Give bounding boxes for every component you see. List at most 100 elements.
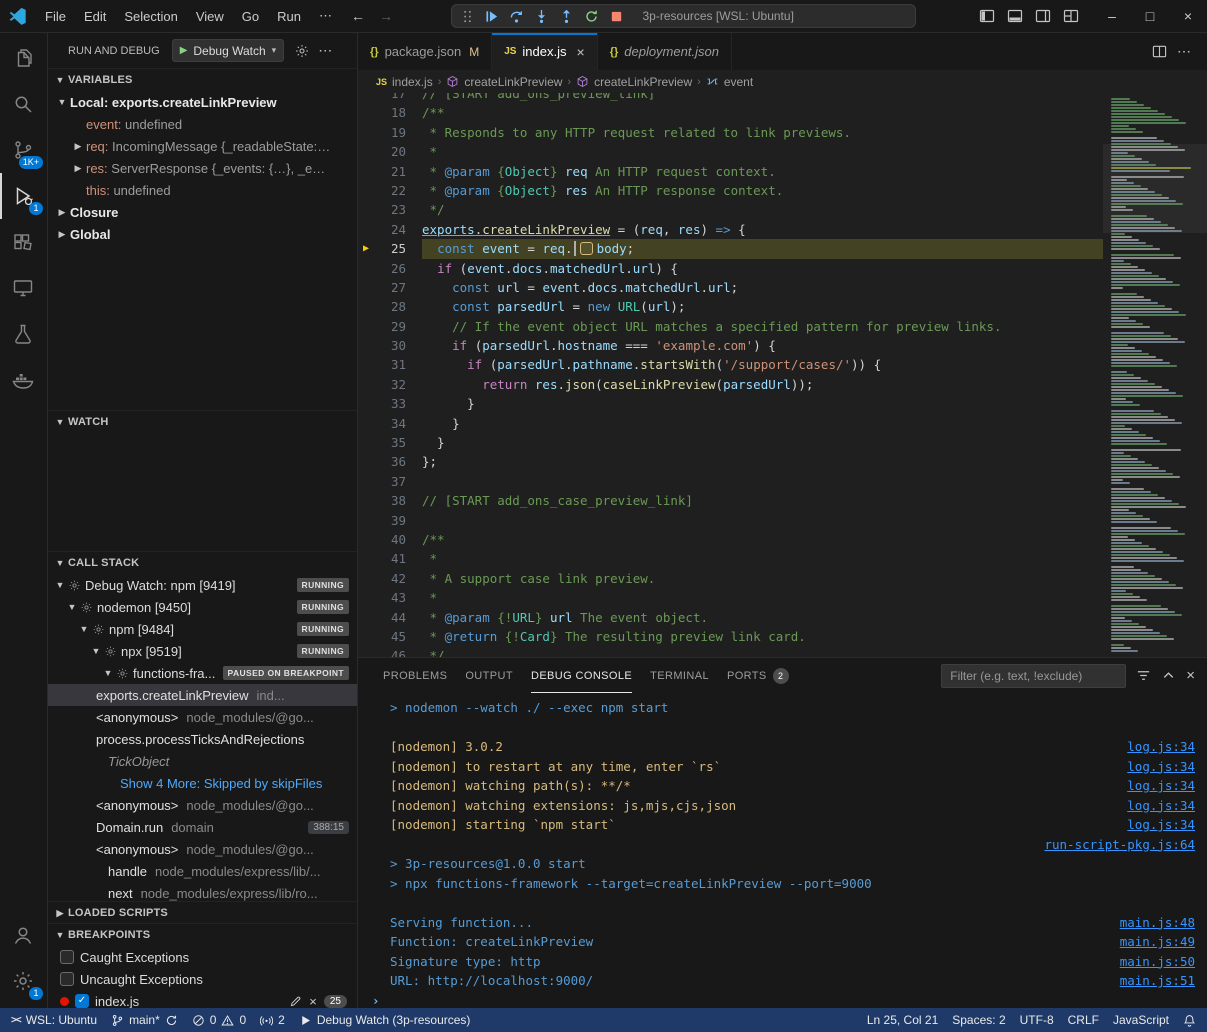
code-line[interactable]: }: [422, 433, 1103, 452]
code-line[interactable]: }: [422, 394, 1103, 413]
line-number[interactable]: 23: [358, 200, 422, 219]
stack-frame-row[interactable]: handlenode_modules/express/lib/...: [48, 860, 357, 882]
line-number[interactable]: 35: [358, 433, 422, 452]
show-more-link[interactable]: Show 4 More: Skipped by skipFiles: [48, 772, 357, 794]
source-link[interactable]: main.js:48: [1120, 913, 1197, 933]
line-number[interactable]: 24: [358, 220, 422, 239]
variable-row[interactable]: this: undefined: [48, 179, 357, 201]
status-debug-session[interactable]: Debug Watch (3p-resources): [292, 1008, 478, 1032]
continue-button[interactable]: [481, 6, 502, 26]
breakpoint-checkbox[interactable]: [60, 972, 74, 986]
line-number[interactable]: 41: [358, 549, 422, 568]
stop-button[interactable]: [606, 6, 627, 26]
line-number[interactable]: 32: [358, 375, 422, 394]
code-line[interactable]: const url = event.docs.matchedUrl.url;: [422, 278, 1103, 297]
code-line[interactable]: * @param {Object} res An HTTP response c…: [422, 181, 1103, 200]
line-number[interactable]: 38: [358, 491, 422, 510]
code-line[interactable]: /**: [422, 530, 1103, 549]
code-line[interactable]: /**: [422, 103, 1103, 122]
minimap[interactable]: [1103, 93, 1207, 657]
code-line[interactable]: return res.json(caseLinkPreview(parsedUr…: [422, 375, 1103, 394]
code-line[interactable]: * @param {!URL} url The event object.: [422, 608, 1103, 627]
line-number[interactable]: 40: [358, 530, 422, 549]
code-line[interactable]: if (parsedUrl.pathname.startsWith('/supp…: [422, 355, 1103, 374]
source-link[interactable]: main.js:49: [1120, 932, 1197, 952]
editor-more-actions-icon[interactable]: ⋯: [1171, 43, 1197, 60]
menu-item-edit[interactable]: Edit: [75, 5, 115, 28]
step-out-button[interactable]: [556, 6, 577, 26]
code-line[interactable]: };: [422, 452, 1103, 471]
line-number[interactable]: 22: [358, 181, 422, 200]
breakpoints-section-header[interactable]: ▼ BREAKPOINTS: [48, 924, 357, 946]
views-more-actions-icon[interactable]: ⋯: [318, 42, 332, 59]
activity-run-and-debug[interactable]: 1: [0, 173, 46, 219]
status-cursor-position[interactable]: Ln 25, Col 21: [860, 1008, 945, 1032]
line-number[interactable]: 39: [358, 511, 422, 530]
status-encoding[interactable]: UTF-8: [1013, 1008, 1061, 1032]
status-indentation[interactable]: Spaces: 2: [945, 1008, 1012, 1032]
variable-row[interactable]: ▶res: ServerResponse {_events: {…}, _e…: [48, 157, 357, 179]
source-link[interactable]: log.js:34: [1127, 737, 1197, 757]
line-number[interactable]: 37: [358, 472, 422, 491]
code-line[interactable]: [422, 472, 1103, 491]
close-button[interactable]: ×: [1169, 0, 1207, 32]
breakpoint-checkbox[interactable]: [60, 950, 74, 964]
menu-item-go[interactable]: Go: [233, 5, 268, 28]
grip-icon[interactable]: [460, 9, 475, 24]
toggle-panel-icon[interactable]: [1001, 4, 1029, 28]
status-problems[interactable]: 00: [185, 1008, 253, 1032]
line-number[interactable]: 17: [358, 93, 422, 103]
tab-deployment.json[interactable]: {}deployment.json: [598, 33, 732, 70]
source-link[interactable]: log.js:34: [1127, 796, 1197, 816]
command-center[interactable]: 3p-resources [WSL: Ubuntu]: [451, 4, 916, 28]
variable-row[interactable]: event: undefined: [48, 113, 357, 135]
code-line[interactable]: if (event.docs.matchedUrl.url) {: [422, 259, 1103, 278]
source-link[interactable]: main.js:51: [1120, 971, 1197, 991]
code-line[interactable]: */: [422, 646, 1103, 657]
line-number[interactable]: 36: [358, 452, 422, 471]
line-number[interactable]: 20: [358, 142, 422, 161]
activity-accounts[interactable]: [0, 912, 46, 958]
debug-gear-icon[interactable]: [294, 43, 310, 59]
panel-tab-output[interactable]: OUTPUT: [456, 658, 522, 693]
maximize-button[interactable]: □: [1131, 0, 1169, 32]
activity-settings[interactable]: 1: [0, 958, 46, 1004]
activity-extensions[interactable]: [0, 219, 46, 265]
breadcrumb-item[interactable]: JSindex.js: [376, 75, 433, 89]
customize-layout-icon[interactable]: [1057, 4, 1085, 28]
tab-index.js[interactable]: JSindex.js×: [492, 33, 598, 70]
variable-row[interactable]: ▼Local: exports.createLinkPreview: [48, 91, 357, 113]
line-number[interactable]: 46: [358, 646, 422, 657]
status-language-mode[interactable]: JavaScript: [1106, 1008, 1176, 1032]
line-number[interactable]: 19: [358, 123, 422, 142]
breakpoint-checkbox[interactable]: ✓: [75, 994, 89, 1008]
line-number[interactable]: 27: [358, 278, 422, 297]
split-editor-icon[interactable]: [1152, 44, 1167, 59]
code-line[interactable]: * Responds to any HTTP request related t…: [422, 123, 1103, 142]
minimize-button[interactable]: –: [1093, 0, 1131, 32]
panel-maximize-icon[interactable]: [1161, 668, 1176, 683]
line-number[interactable]: 18: [358, 103, 422, 122]
editor[interactable]: 171819202122232425▶262728293031323334353…: [358, 93, 1207, 657]
source-link[interactable]: run-script-pkg.js:64: [1044, 835, 1197, 855]
line-number[interactable]: 25▶: [358, 239, 422, 258]
status-git-branch[interactable]: main*: [104, 1008, 185, 1032]
panel-tab-problems[interactable]: PROBLEMS: [374, 658, 456, 693]
variable-row[interactable]: ▶Closure: [48, 201, 357, 223]
forward-icon[interactable]: →: [379, 8, 393, 24]
breadcrumb-item[interactable]: createLinkPreview: [446, 75, 562, 89]
stack-frame-row[interactable]: exports.createLinkPreviewind...: [48, 684, 357, 706]
breadcrumb-item[interactable]: event: [706, 75, 753, 89]
code-line[interactable]: // If the event object URL matches a spe…: [422, 317, 1103, 336]
source-link[interactable]: main.js:50: [1120, 952, 1197, 972]
code-line[interactable]: */: [422, 200, 1103, 219]
breakpoint-row[interactable]: Caught Exceptions: [48, 946, 357, 968]
status-remote-indicator[interactable]: ><WSL: Ubuntu: [4, 1008, 104, 1032]
stack-frame-row[interactable]: TickObject: [48, 750, 357, 772]
variable-row[interactable]: ▶Global: [48, 223, 357, 245]
debug-launch-dropdown[interactable]: ▶ Debug Watch ▾: [172, 39, 285, 62]
tab-package.json[interactable]: {}package.jsonM: [358, 33, 492, 70]
activity-testing[interactable]: [0, 311, 46, 357]
variable-row[interactable]: ▶req: IncomingMessage {_readableState:…: [48, 135, 357, 157]
breadcrumb-item[interactable]: createLinkPreview: [576, 75, 692, 89]
